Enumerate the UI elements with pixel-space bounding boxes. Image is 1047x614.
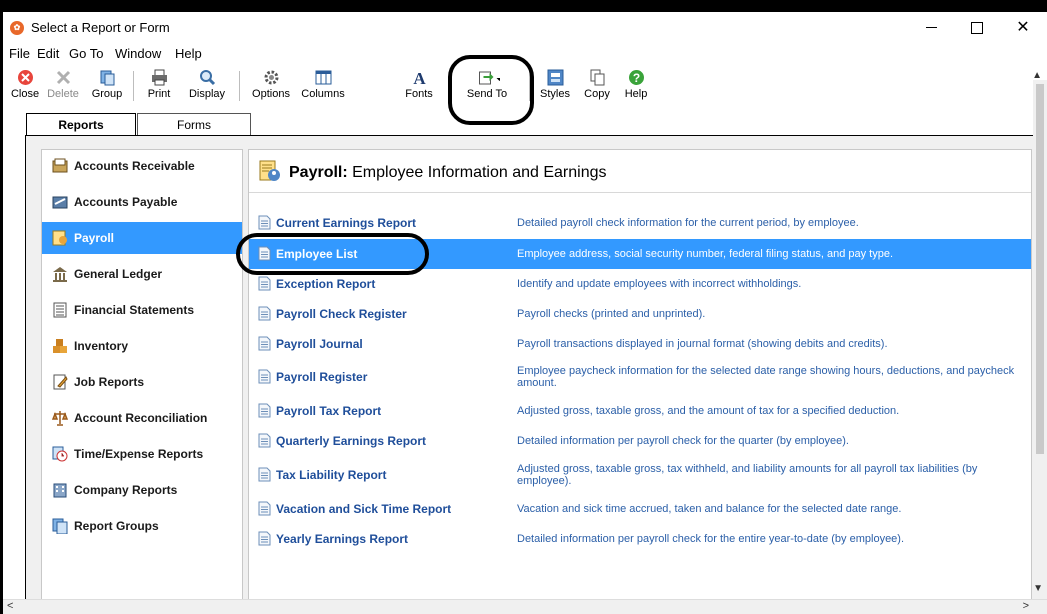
report-row-payroll-register[interactable]: Payroll Register Employee paycheck infor… [249, 362, 1031, 392]
category-payroll[interactable]: Payroll [42, 222, 242, 254]
document-icon [258, 403, 271, 418]
scroll-down-arrow-icon[interactable]: ▼ [1033, 583, 1043, 594]
document-icon [258, 306, 271, 321]
gear-icon [264, 70, 278, 85]
group-icon [100, 70, 114, 86]
menu-window[interactable]: Window [115, 46, 161, 61]
document-icon [258, 501, 271, 516]
menu-file[interactable]: File [9, 46, 30, 61]
category-list: Accounts Receivable Accounts Payable Pay… [41, 149, 243, 603]
scales-icon [52, 411, 68, 426]
columns-button[interactable]: Columns [295, 69, 351, 105]
category-accounts-receivable[interactable]: Accounts Receivable [42, 150, 242, 182]
printer-icon [151, 69, 167, 86]
section-title: Payroll: Employee Information and Earnin… [289, 164, 607, 181]
category-general-ledger[interactable]: General Ledger [42, 258, 242, 290]
company-building-icon [53, 483, 67, 498]
toolbar-separator [239, 71, 240, 101]
reports-frame: Accounts Receivable Accounts Payable Pay… [25, 135, 1039, 604]
close-report-icon [17, 70, 33, 85]
minimize-button[interactable] [908, 12, 954, 43]
svg-text:?: ? [632, 71, 639, 85]
tab-strip: Reports Forms [3, 109, 1033, 137]
delete-button[interactable]: Delete [43, 69, 83, 105]
font-a-icon: A [413, 69, 426, 86]
close-button[interactable]: Close [7, 69, 43, 105]
tab-reports[interactable]: Reports [26, 113, 136, 136]
maximize-button[interactable] [954, 12, 1000, 43]
category-company-reports[interactable]: Company Reports [42, 474, 242, 506]
magnifier-icon [199, 70, 215, 86]
copy-icon [590, 69, 604, 86]
group-button[interactable]: Group [87, 69, 127, 105]
accounts-receivable-icon [52, 158, 68, 173]
report-row-payroll-tax[interactable]: Payroll Tax Report Adjusted gross, taxab… [249, 396, 1031, 426]
delete-icon [56, 70, 70, 85]
document-icon [258, 336, 271, 351]
menu-edit[interactable]: Edit [37, 46, 59, 61]
payroll-header-icon [259, 160, 280, 181]
financial-statements-icon [53, 302, 67, 318]
close-window-button[interactable]: ✕ [1000, 12, 1046, 43]
document-icon [258, 276, 271, 291]
maximize-icon [971, 21, 983, 34]
help-button[interactable]: ? Help [621, 69, 651, 105]
clock-icon [52, 446, 68, 462]
menu-help[interactable]: Help [175, 46, 202, 61]
display-button[interactable]: Display [183, 69, 231, 105]
print-button[interactable]: Print [141, 69, 177, 105]
scroll-left-arrow-icon[interactable]: < [7, 600, 13, 612]
report-row-payroll-check-register[interactable]: Payroll Check Register Payroll checks (p… [249, 299, 1031, 329]
job-reports-icon [53, 374, 68, 390]
menu-go-to[interactable]: Go To [69, 46, 103, 61]
scroll-right-arrow-icon[interactable]: > [1023, 600, 1029, 612]
report-row-payroll-journal[interactable]: Payroll Journal Payroll transactions dis… [249, 329, 1031, 359]
horizontal-scrollbar[interactable]: < > [3, 599, 1047, 614]
document-icon [258, 433, 271, 448]
document-icon [258, 215, 271, 230]
accounts-payable-icon [52, 196, 68, 209]
fonts-button[interactable]: A Fonts [401, 69, 437, 105]
report-row-vacation-sick-time[interactable]: Vacation and Sick Time Report Vacation a… [249, 494, 1031, 524]
copy-button[interactable]: Copy [580, 69, 614, 105]
inventory-boxes-icon [53, 339, 67, 353]
tab-forms[interactable]: Forms [137, 113, 251, 136]
toolbar-separator [133, 71, 134, 101]
styles-icon [547, 69, 563, 86]
category-financial-statements[interactable]: Financial Statements [42, 294, 242, 326]
payroll-icon [52, 230, 67, 246]
document-icon [258, 467, 271, 482]
employee-list-highlight-circle [236, 233, 429, 275]
category-time-expense-reports[interactable]: Time/Expense Reports [42, 438, 242, 470]
report-list-panel: Payroll: Employee Information and Earnin… [248, 149, 1032, 603]
report-row-yearly-earnings[interactable]: Yearly Earnings Report Detailed informat… [249, 524, 1031, 554]
document-icon [258, 531, 271, 546]
styles-button[interactable]: Styles [537, 69, 573, 105]
report-row-tax-liability[interactable]: Tax Liability Report Adjusted gross, tax… [249, 460, 1031, 490]
report-window: ✿ Select a Report or Form ✕ File Edit Go… [3, 12, 1047, 614]
vertical-scrollbar[interactable] [1033, 80, 1047, 602]
options-button[interactable]: Options [247, 69, 295, 105]
category-report-groups[interactable]: Report Groups [42, 510, 242, 542]
vertical-scroll-thumb[interactable] [1036, 84, 1044, 454]
report-groups-icon [52, 518, 68, 534]
minimize-icon [925, 27, 937, 29]
app-logo-icon: ✿ [10, 21, 24, 35]
help-question-icon: ? [628, 70, 644, 85]
report-row-quarterly-earnings[interactable]: Quarterly Earnings Report Detailed infor… [249, 426, 1031, 456]
window-title: Select a Report or Form [31, 20, 170, 35]
category-job-reports[interactable]: Job Reports [42, 366, 242, 398]
section-header: Payroll: Employee Information and Earnin… [249, 150, 1031, 193]
category-account-reconciliation[interactable]: Account Reconciliation [42, 402, 242, 434]
title-bar: ✿ Select a Report or Form ✕ [3, 12, 1047, 43]
svg-text:A: A [413, 69, 426, 86]
category-inventory[interactable]: Inventory [42, 330, 242, 362]
general-ledger-icon [53, 267, 67, 282]
category-accounts-payable[interactable]: Accounts Payable [42, 186, 242, 218]
close-icon: ✕ [1016, 19, 1030, 36]
document-icon [258, 369, 271, 384]
columns-icon [315, 70, 331, 85]
